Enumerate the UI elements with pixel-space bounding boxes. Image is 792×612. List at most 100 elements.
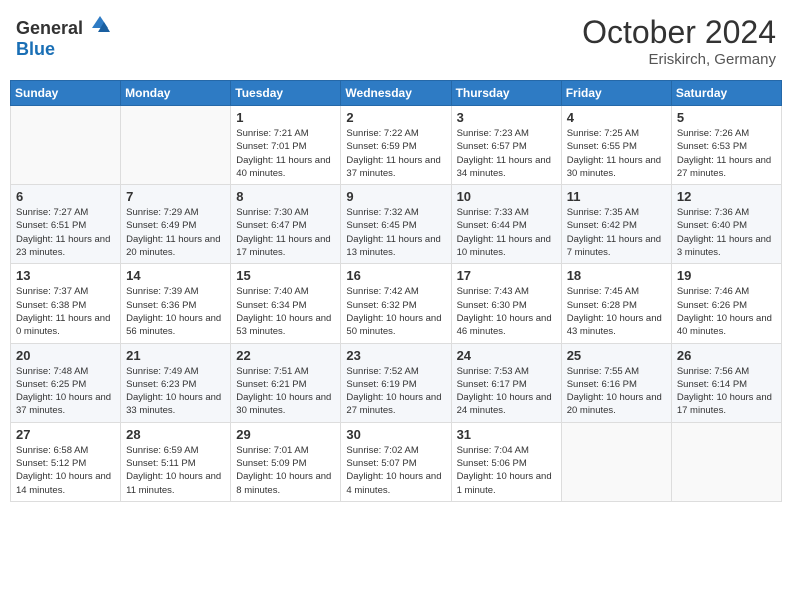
day-number: 6 [16, 189, 115, 204]
day-detail: Sunrise: 7:52 AM Sunset: 6:19 PM Dayligh… [346, 365, 445, 418]
day-number: 2 [346, 110, 445, 125]
month-title: October 2024 [582, 14, 776, 51]
calendar-cell: 5 Sunrise: 7:26 AM Sunset: 6:53 PM Daylig… [671, 106, 781, 185]
logo-icon [90, 14, 110, 34]
calendar-cell: 28Sunrise: 6:59 AM Sunset: 5:11 PM Dayli… [121, 422, 231, 501]
day-number: 8 [236, 189, 335, 204]
day-detail: Sunrise: 7:53 AM Sunset: 6:17 PM Dayligh… [457, 365, 556, 418]
day-number: 29 [236, 427, 335, 442]
day-detail: Sunrise: 7:29 AM Sunset: 6:49 PM Dayligh… [126, 206, 225, 259]
calendar-cell: 13 Sunrise: 7:37 AM Sunset: 6:38 PM Dayli… [11, 264, 121, 343]
day-number: 9 [346, 189, 445, 204]
calendar-cell [11, 106, 121, 185]
day-number: 26 [677, 348, 776, 363]
logo-blue: Blue [16, 39, 55, 59]
day-number: 19 [677, 268, 776, 283]
day-number: 20 [16, 348, 115, 363]
day-detail: Sunrise: 7:30 AM Sunset: 6:47 PM Dayligh… [236, 206, 335, 259]
day-detail: Sunrise: 7:40 AM Sunset: 6:34 PM Dayligh… [236, 285, 335, 338]
weekday-header: Tuesday [231, 81, 341, 106]
weekday-header: Friday [561, 81, 671, 106]
day-number: 23 [346, 348, 445, 363]
calendar-week-row: 1Sunrise: 7:21 AM Sunset: 7:01 PM Daylig… [11, 106, 782, 185]
logo: General Blue [16, 14, 110, 60]
day-detail: Sunrise: 6:58 AM Sunset: 5:12 PM Dayligh… [16, 444, 115, 497]
calendar-table: SundayMondayTuesdayWednesdayThursdayFrid… [10, 80, 782, 502]
calendar-cell: 26 Sunrise: 7:56 AM Sunset: 6:14 PM Dayli… [671, 343, 781, 422]
day-detail: Sunrise: 7:43 AM Sunset: 6:30 PM Dayligh… [457, 285, 556, 338]
calendar-cell: 12Sunrise: 7:36 AM Sunset: 6:40 PM Dayli… [671, 185, 781, 264]
day-number: 22 [236, 348, 335, 363]
weekday-header: Sunday [11, 81, 121, 106]
day-detail: Sunrise: 7:27 AM Sunset: 6:51 PM Dayligh… [16, 206, 115, 259]
calendar-cell: 25Sunrise: 7:55 AM Sunset: 6:16 PM Dayli… [561, 343, 671, 422]
calendar-cell: 11Sunrise: 7:35 AM Sunset: 6:42 PM Dayli… [561, 185, 671, 264]
day-number: 10 [457, 189, 556, 204]
day-detail: Sunrise: 7:26 AM Sunset: 6:53 PM Dayligh… [677, 127, 776, 180]
day-number: 5 [677, 110, 776, 125]
day-number: 7 [126, 189, 225, 204]
calendar-cell: 2 Sunrise: 7:22 AM Sunset: 6:59 PM Daylig… [341, 106, 451, 185]
day-number: 30 [346, 427, 445, 442]
page-header: General Blue October 2024 Eriskirch, Ger… [10, 10, 782, 72]
calendar-cell: 3Sunrise: 7:23 AM Sunset: 6:57 PM Daylig… [451, 106, 561, 185]
day-detail: Sunrise: 7:32 AM Sunset: 6:45 PM Dayligh… [346, 206, 445, 259]
calendar-cell [671, 422, 781, 501]
day-number: 14 [126, 268, 225, 283]
calendar-cell: 14 Sunrise: 7:39 AM Sunset: 6:36 PM Dayli… [121, 264, 231, 343]
day-number: 3 [457, 110, 556, 125]
day-detail: Sunrise: 7:45 AM Sunset: 6:28 PM Dayligh… [567, 285, 666, 338]
calendar-cell: 30 Sunrise: 7:02 AM Sunset: 5:07 PM Dayli… [341, 422, 451, 501]
weekday-header: Saturday [671, 81, 781, 106]
day-number: 28 [126, 427, 225, 442]
calendar-cell: 8 Sunrise: 7:30 AM Sunset: 6:47 PM Daylig… [231, 185, 341, 264]
calendar-cell: 22 Sunrise: 7:51 AM Sunset: 6:21 PM Dayli… [231, 343, 341, 422]
logo-text: General Blue [16, 14, 110, 60]
day-detail: Sunrise: 7:02 AM Sunset: 5:07 PM Dayligh… [346, 444, 445, 497]
day-number: 12 [677, 189, 776, 204]
day-number: 13 [16, 268, 115, 283]
title-block: October 2024 Eriskirch, Germany [582, 14, 776, 68]
weekday-header: Wednesday [341, 81, 451, 106]
day-detail: Sunrise: 7:48 AM Sunset: 6:25 PM Dayligh… [16, 365, 115, 418]
calendar-week-row: 27 Sunrise: 6:58 AM Sunset: 5:12 PM Dayli… [11, 422, 782, 501]
day-number: 4 [567, 110, 666, 125]
calendar-cell: 20 Sunrise: 7:48 AM Sunset: 6:25 PM Dayli… [11, 343, 121, 422]
day-detail: Sunrise: 7:22 AM Sunset: 6:59 PM Dayligh… [346, 127, 445, 180]
day-number: 24 [457, 348, 556, 363]
day-number: 27 [16, 427, 115, 442]
calendar-cell: 21Sunrise: 7:49 AM Sunset: 6:23 PM Dayli… [121, 343, 231, 422]
day-number: 25 [567, 348, 666, 363]
calendar-week-row: 13 Sunrise: 7:37 AM Sunset: 6:38 PM Dayli… [11, 264, 782, 343]
calendar-cell: 10 Sunrise: 7:33 AM Sunset: 6:44 PM Dayli… [451, 185, 561, 264]
calendar-cell: 23 Sunrise: 7:52 AM Sunset: 6:19 PM Dayli… [341, 343, 451, 422]
day-detail: Sunrise: 7:25 AM Sunset: 6:55 PM Dayligh… [567, 127, 666, 180]
day-detail: Sunrise: 7:42 AM Sunset: 6:32 PM Dayligh… [346, 285, 445, 338]
day-detail: Sunrise: 7:35 AM Sunset: 6:42 PM Dayligh… [567, 206, 666, 259]
weekday-header: Thursday [451, 81, 561, 106]
day-number: 16 [346, 268, 445, 283]
weekday-header: Monday [121, 81, 231, 106]
day-detail: Sunrise: 7:51 AM Sunset: 6:21 PM Dayligh… [236, 365, 335, 418]
calendar-cell: 29 Sunrise: 7:01 AM Sunset: 5:09 PM Dayli… [231, 422, 341, 501]
day-detail: Sunrise: 7:56 AM Sunset: 6:14 PM Dayligh… [677, 365, 776, 418]
day-detail: Sunrise: 7:46 AM Sunset: 6:26 PM Dayligh… [677, 285, 776, 338]
day-number: 17 [457, 268, 556, 283]
calendar-cell: 18 Sunrise: 7:45 AM Sunset: 6:28 PM Dayli… [561, 264, 671, 343]
calendar-cell: 16 Sunrise: 7:42 AM Sunset: 6:32 PM Dayli… [341, 264, 451, 343]
day-detail: Sunrise: 7:01 AM Sunset: 5:09 PM Dayligh… [236, 444, 335, 497]
day-number: 1 [236, 110, 335, 125]
day-detail: Sunrise: 7:33 AM Sunset: 6:44 PM Dayligh… [457, 206, 556, 259]
calendar-week-row: 6 Sunrise: 7:27 AM Sunset: 6:51 PM Daylig… [11, 185, 782, 264]
calendar-cell: 9 Sunrise: 7:32 AM Sunset: 6:45 PM Daylig… [341, 185, 451, 264]
day-detail: Sunrise: 7:04 AM Sunset: 5:06 PM Dayligh… [457, 444, 556, 497]
calendar-cell: 27 Sunrise: 6:58 AM Sunset: 5:12 PM Dayli… [11, 422, 121, 501]
calendar-cell: 24 Sunrise: 7:53 AM Sunset: 6:17 PM Dayli… [451, 343, 561, 422]
day-number: 18 [567, 268, 666, 283]
calendar-cell: 15 Sunrise: 7:40 AM Sunset: 6:34 PM Dayli… [231, 264, 341, 343]
day-number: 15 [236, 268, 335, 283]
calendar-cell: 1Sunrise: 7:21 AM Sunset: 7:01 PM Daylig… [231, 106, 341, 185]
day-detail: Sunrise: 7:39 AM Sunset: 6:36 PM Dayligh… [126, 285, 225, 338]
day-detail: Sunrise: 7:37 AM Sunset: 6:38 PM Dayligh… [16, 285, 115, 338]
location-title: Eriskirch, Germany [582, 51, 776, 68]
